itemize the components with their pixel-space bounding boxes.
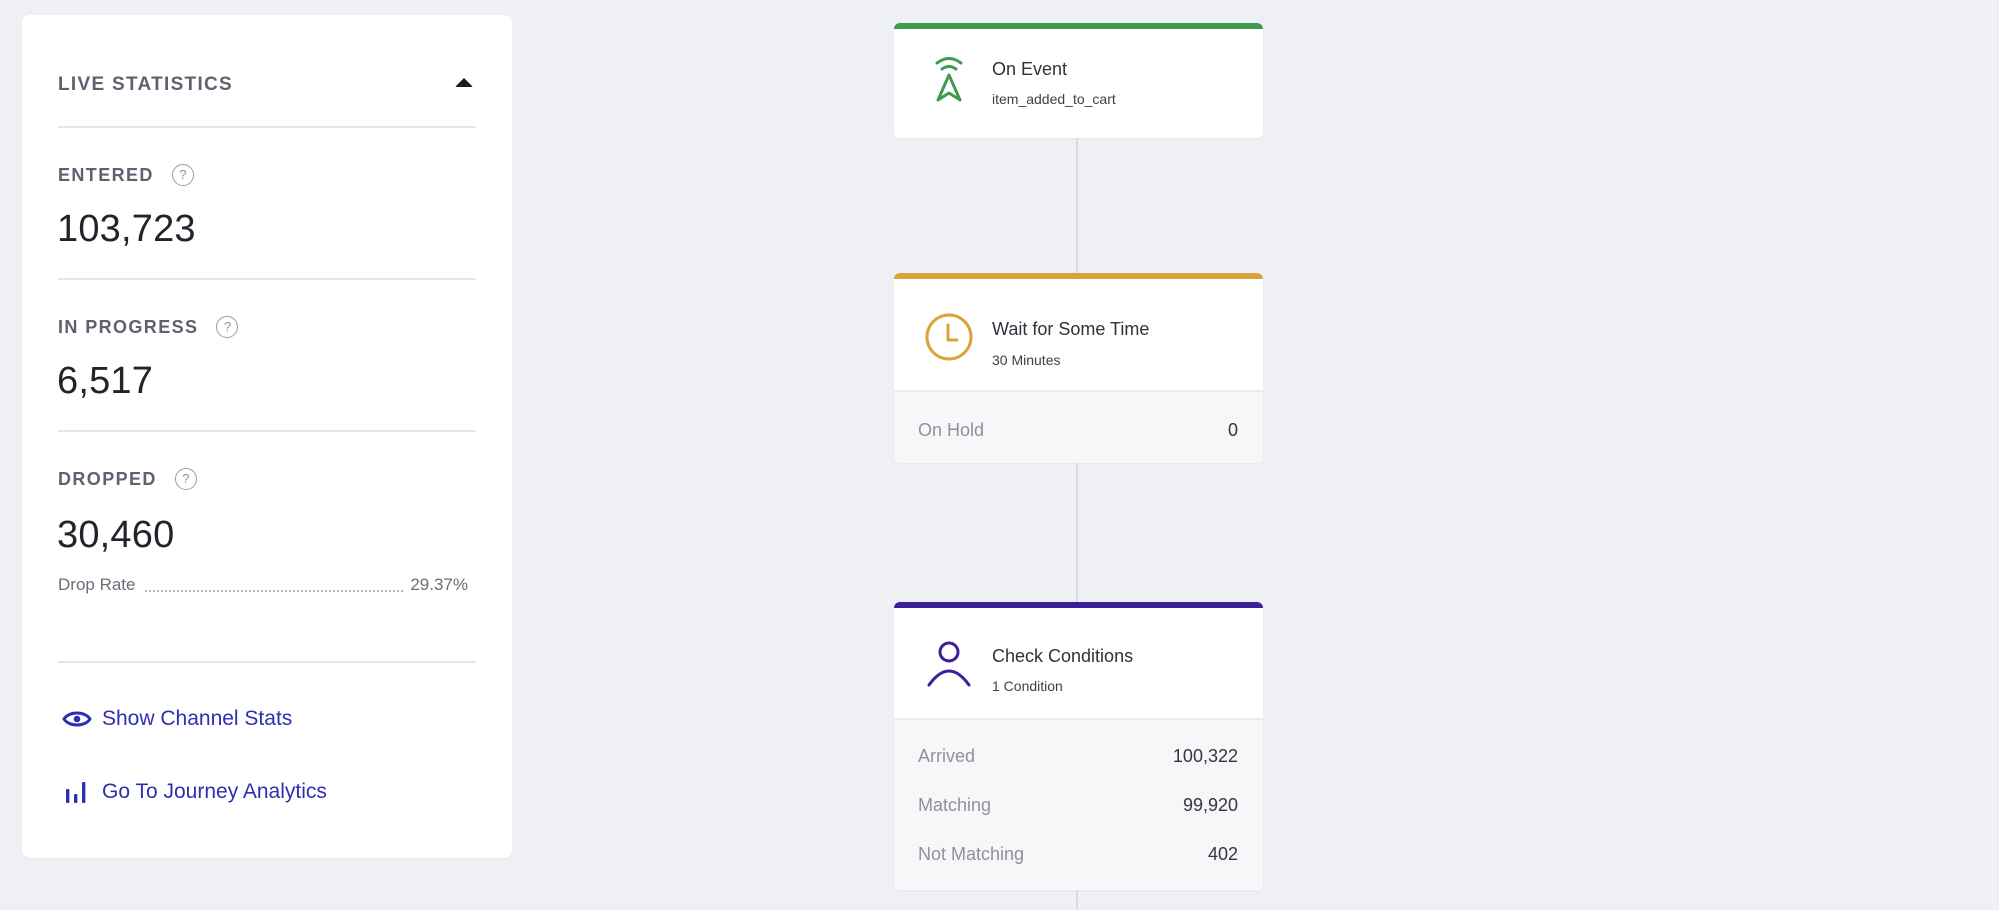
stat-row: Not Matching 402 [918, 830, 1238, 879]
dropped-label-row: DROPPED ? [58, 467, 197, 491]
in-progress-label-row: IN PROGRESS ? [58, 315, 239, 339]
stat-row: Matching 99,920 [918, 781, 1238, 830]
node-subtitle: 30 Minutes [992, 352, 1061, 368]
stat-row: Arrived 100,322 [918, 732, 1238, 781]
node-header: Wait for Some Time 30 Minutes [894, 279, 1263, 390]
drop-rate-value: 29.37% [410, 575, 468, 594]
help-icon[interactable]: ? [216, 316, 239, 338]
stat-row: On Hold 0 [918, 406, 1238, 455]
connector-line [1076, 463, 1078, 602]
in-progress-value: 6,517 [57, 360, 154, 402]
eye-icon [62, 707, 94, 731]
divider [58, 430, 476, 432]
help-icon[interactable]: ? [171, 164, 194, 186]
in-progress-label: IN PROGRESS [58, 316, 199, 337]
node-stats: Arrived 100,322 Matching 99,920 Not Matc… [894, 718, 1263, 889]
caret-up-icon [455, 77, 473, 87]
stat-label: Arrived [918, 746, 976, 766]
entered-value: 103,723 [57, 208, 196, 250]
flow-node-wait[interactable]: Wait for Some Time 30 Minutes On Hold 0 [894, 273, 1263, 463]
go-to-journey-analytics-label: Go To Journey Analytics [102, 780, 327, 803]
divider [58, 661, 476, 663]
stat-label: Matching [918, 795, 992, 815]
node-title: Wait for Some Time [992, 319, 1150, 339]
dotted-leader [145, 590, 404, 592]
show-channel-stats-label: Show Channel Stats [102, 707, 293, 730]
dropped-label: DROPPED [58, 468, 157, 489]
entered-label: ENTERED [58, 164, 154, 185]
node-subtitle: item_added_to_cart [992, 91, 1116, 107]
divider [58, 126, 476, 128]
node-stats: On Hold 0 [894, 390, 1263, 463]
user-icon [924, 640, 974, 690]
panel-title: LIVE STATISTICS [58, 74, 234, 95]
stat-value: 0 [1227, 420, 1238, 440]
node-title: On Event [992, 59, 1068, 79]
node-title: Check Conditions [992, 646, 1134, 666]
drop-rate-row: Drop Rate 29.37% [58, 571, 468, 595]
stat-label: On Hold [918, 420, 985, 440]
dropped-value: 30,460 [57, 514, 175, 556]
node-header: Check Conditions 1 Condition [894, 608, 1263, 718]
panel-header: LIVE STATISTICS [58, 65, 476, 105]
node-subtitle: 1 Condition [992, 678, 1063, 694]
bar-chart-icon [62, 780, 94, 804]
flow-node-on-event[interactable]: On Event item_added_to_cart [894, 23, 1263, 138]
divider [58, 278, 476, 280]
node-header: On Event item_added_to_cart [894, 29, 1263, 138]
drop-rate-label: Drop Rate [58, 575, 136, 594]
entered-label-row: ENTERED ? [58, 163, 194, 187]
help-icon[interactable]: ? [174, 468, 197, 490]
stat-label: Not Matching [918, 844, 1025, 864]
clock-icon [924, 312, 974, 362]
broadcast-navigation-icon [924, 53, 974, 103]
show-channel-stats-link[interactable]: Show Channel Stats [62, 703, 292, 735]
go-to-journey-analytics-link[interactable]: Go To Journey Analytics [62, 776, 327, 808]
flow-node-check-conditions[interactable]: Check Conditions 1 Condition Arrived 100… [894, 602, 1263, 890]
connector-line [1076, 890, 1078, 910]
live-statistics-panel: LIVE STATISTICS ENTERED ? 103,723 IN PRO… [22, 15, 512, 858]
stat-value: 402 [1207, 844, 1238, 864]
stat-value: 100,322 [1172, 746, 1238, 766]
connector-line [1076, 138, 1078, 273]
stat-value: 99,920 [1182, 795, 1238, 815]
collapse-panel-button[interactable] [444, 65, 484, 105]
